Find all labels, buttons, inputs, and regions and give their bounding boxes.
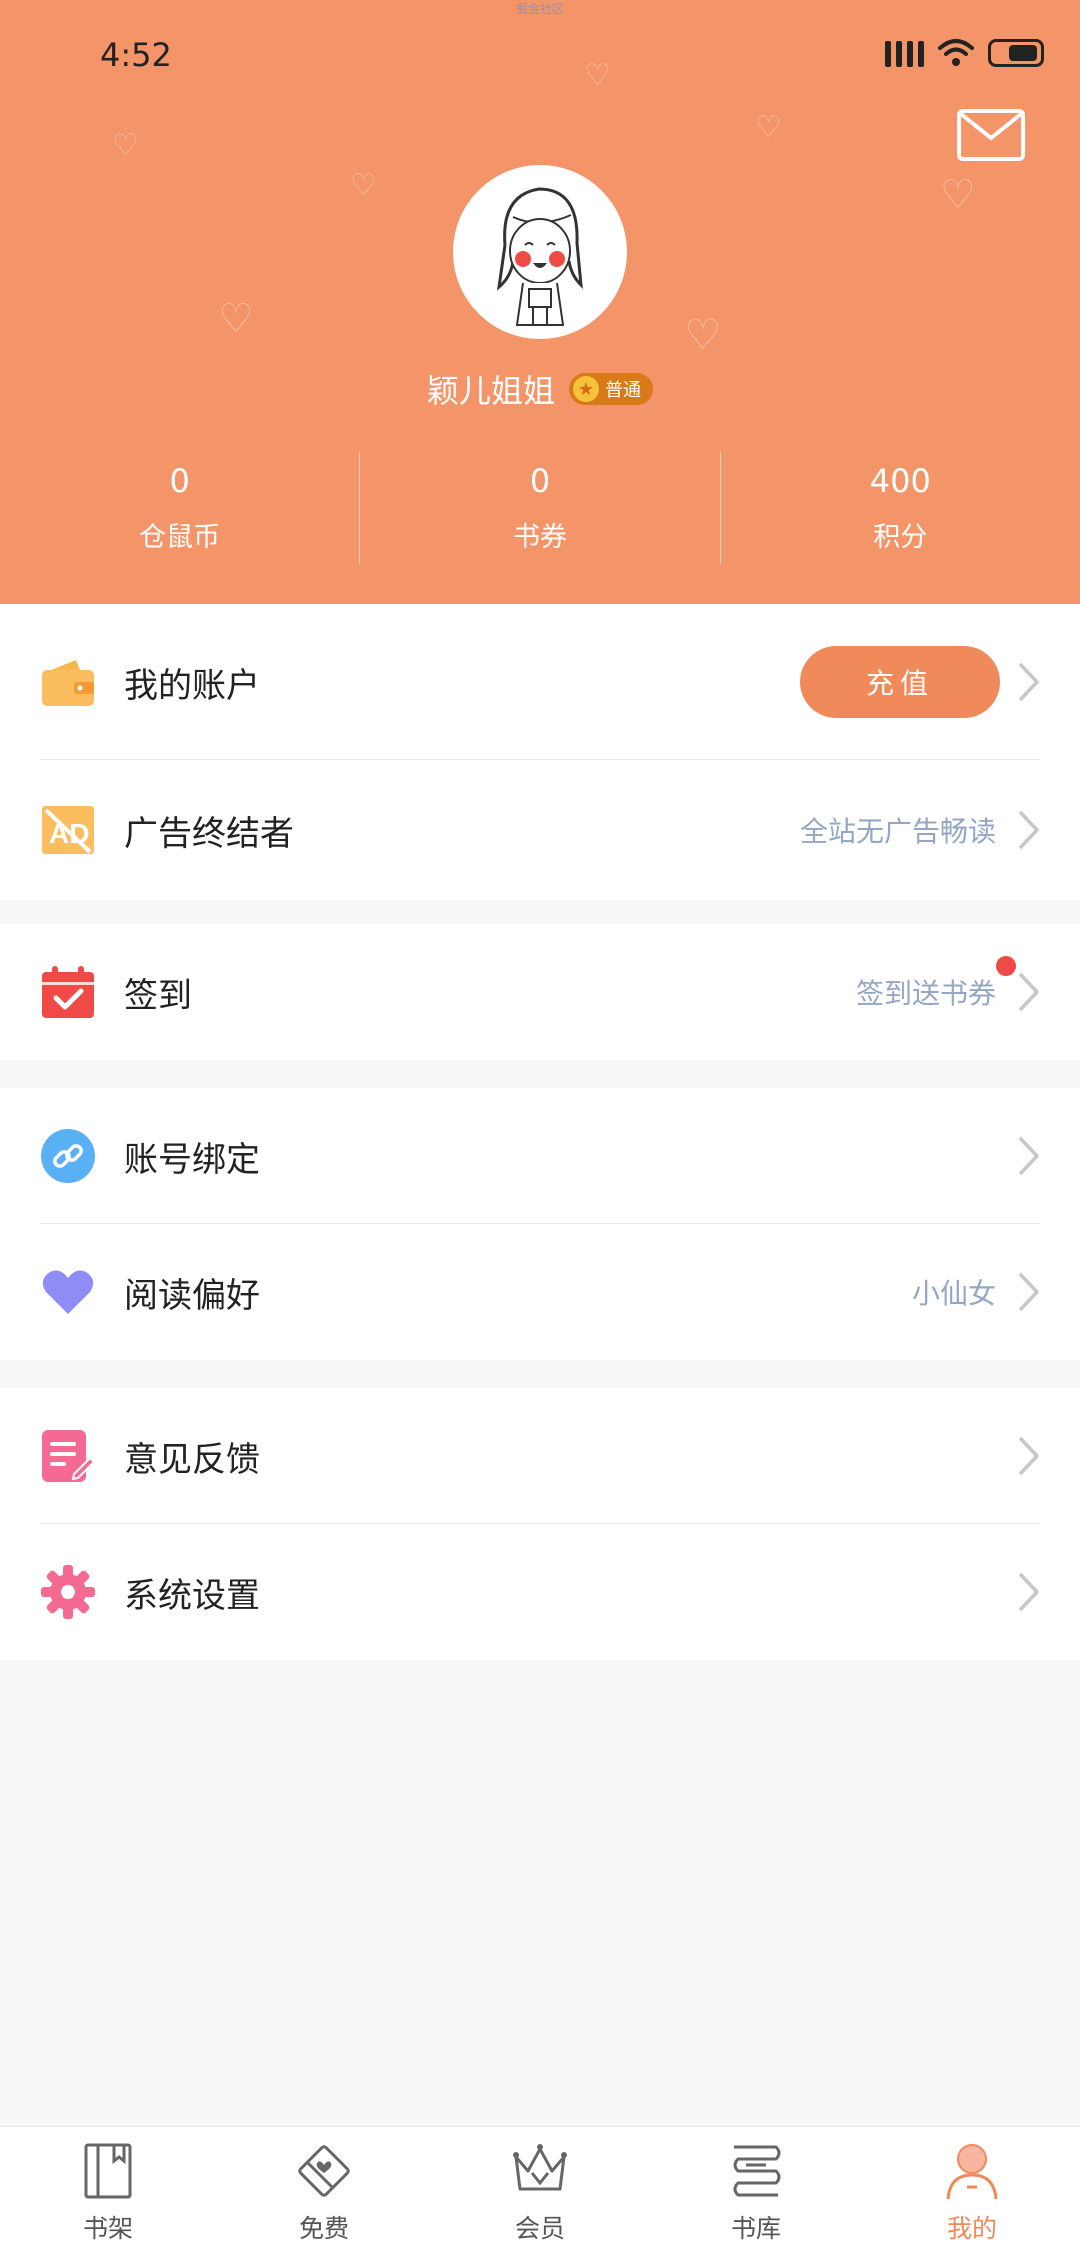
chevron-right-icon — [1019, 811, 1039, 849]
level-badge[interactable]: ★ 普通 — [569, 373, 653, 405]
stat-value: 400 — [869, 462, 931, 501]
chevron-right-icon — [1019, 1573, 1039, 1611]
nav-profile[interactable]: 我的 — [864, 2127, 1080, 2248]
chevron-right-icon — [1019, 1137, 1039, 1175]
menu-item-hint: 全站无广告畅读 — [799, 815, 996, 848]
stat-value: 0 — [529, 462, 551, 501]
menu-group-checkin: 签到 签到送书券 — [0, 924, 1080, 1060]
menu-item-ad-terminator[interactable]: AD 广告终结者 全站无广告畅读 — [0, 760, 1080, 900]
heart-decoration-icon: ♡ — [684, 310, 722, 359]
menu-group-account: 我的账户 充值 AD 广告终结者 全站无广告畅读 — [0, 604, 1080, 900]
profile-header: 掘金社区 4:52 ♡ ♡ ♡ ♡ ♡ ♡ ♡ 颖儿姐姐 ★ 普通 0 仓鼠币 … — [0, 0, 1080, 604]
stat-label: 积分 — [873, 521, 928, 553]
mail-icon[interactable] — [956, 108, 1026, 162]
library-icon — [733, 2145, 781, 2197]
bookshelf-icon — [84, 2143, 132, 2199]
crown-icon — [513, 2144, 567, 2191]
status-time: 4:52 — [100, 36, 172, 74]
signal-icon — [885, 39, 924, 67]
menu-item-right: 小仙女 — [912, 1272, 1040, 1312]
menu-item-right: 签到送书券 — [855, 956, 1040, 1012]
heart-decoration-icon: ♡ — [584, 58, 611, 93]
nav-library[interactable]: 书库 — [648, 2127, 864, 2248]
gear-icon — [40, 1564, 96, 1620]
menu-item-right — [1018, 1436, 1040, 1476]
chevron-right-icon — [1019, 1273, 1039, 1311]
menu-item-label: 广告终结者 — [124, 813, 294, 854]
wallet-icon — [40, 654, 96, 710]
avatar-illustration — [496, 187, 583, 326]
no-ads-icon: AD — [40, 802, 96, 858]
menu-item-hint: 小仙女 — [911, 1277, 996, 1310]
stat-points[interactable]: 400 积分 — [721, 452, 1080, 564]
nav-free[interactable]: 免费 — [216, 2127, 432, 2248]
heart-decoration-icon: ♡ — [112, 128, 139, 163]
menu-item-label: 账号绑定 — [124, 1139, 260, 1180]
chevron-right-icon — [1019, 663, 1039, 701]
avatar[interactable] — [453, 165, 627, 339]
battery-icon — [988, 39, 1044, 67]
chevron-right-icon — [1019, 1437, 1039, 1475]
menu-item-label: 系统设置 — [124, 1575, 260, 1616]
nav-label: 书库 — [730, 2214, 781, 2243]
stat-label: 书券 — [512, 521, 567, 553]
menu-item-label: 我的账户 — [124, 665, 260, 706]
stat-value: 0 — [169, 462, 190, 501]
wifi-icon — [938, 39, 974, 66]
free-ticket-icon — [298, 2145, 350, 2197]
status-icons — [885, 38, 1044, 68]
menu-item-label: 签到 — [124, 975, 192, 1016]
menu-item-my-account[interactable]: 我的账户 充值 — [0, 604, 1080, 760]
star-icon: ★ — [573, 376, 599, 402]
menu-item-right — [1018, 1572, 1040, 1612]
nav-label: 我的 — [946, 2214, 997, 2243]
top-watermark: 掘金社区 — [515, 2, 564, 16]
recharge-button[interactable]: 充值 — [800, 646, 1000, 718]
calendar-check-icon — [40, 964, 96, 1020]
menu-item-system-settings[interactable]: 系统设置 — [0, 1524, 1080, 1660]
menu-group-system: 意见反馈 系统设置 — [0, 1388, 1080, 1660]
stat-label: 仓鼠币 — [139, 521, 221, 553]
nav-label: 书架 — [82, 2214, 133, 2243]
checkin-hint-text: 签到送书券 — [855, 977, 996, 1010]
nav-vip[interactable]: 会员 — [432, 2127, 648, 2248]
bottom-nav: 书架 免费 会员 书库 我的 — [0, 2126, 1080, 2248]
chevron-right-icon — [1019, 973, 1039, 1011]
stat-hamster-coins[interactable]: 0 仓鼠币 — [0, 452, 359, 564]
menu-item-feedback[interactable]: 意见反馈 — [0, 1388, 1080, 1524]
profile-page: 掘金社区 4:52 ♡ ♡ ♡ ♡ ♡ ♡ ♡ 颖儿姐姐 ★ 普通 0 仓鼠币 … — [0, 0, 1080, 2248]
menu-item-reading-preference[interactable]: 阅读偏好 小仙女 — [0, 1224, 1080, 1360]
menu-item-label: 阅读偏好 — [124, 1275, 260, 1316]
level-badge-label: 普通 — [605, 380, 641, 401]
menu-item-checkin[interactable]: 签到 签到送书券 — [0, 924, 1080, 1060]
link-icon — [40, 1128, 96, 1184]
username-row: 颖儿姐姐 ★ 普通 — [0, 366, 1080, 412]
heart-icon — [40, 1264, 96, 1320]
nav-label: 会员 — [514, 2214, 565, 2243]
heart-decoration-icon: ♡ — [350, 168, 377, 203]
menu-item-hint: 签到送书券 — [855, 956, 1016, 1012]
notification-dot — [996, 956, 1016, 976]
username: 颖儿姐姐 — [426, 372, 555, 410]
menu-item-account-binding[interactable]: 账号绑定 — [0, 1088, 1080, 1224]
profile-icon — [946, 2144, 998, 2200]
menu-item-label: 意见反馈 — [124, 1439, 260, 1480]
heart-decoration-icon: ♡ — [940, 172, 976, 218]
heart-decoration-icon: ♡ — [755, 110, 782, 145]
feedback-edit-icon — [40, 1428, 96, 1484]
menu-item-right — [1018, 1136, 1040, 1176]
heart-decoration-icon: ♡ — [218, 296, 254, 342]
menu-group-preferences: 账号绑定 阅读偏好 小仙女 — [0, 1088, 1080, 1360]
nav-bookshelf[interactable]: 书架 — [0, 2127, 216, 2248]
stats-bar: 0 仓鼠币 0 书券 400 积分 — [0, 452, 1080, 564]
nav-label: 免费 — [298, 2214, 349, 2243]
stat-book-vouchers[interactable]: 0 书券 — [360, 452, 719, 564]
menu-item-right: 全站无广告畅读 — [800, 810, 1040, 850]
menu-item-right: 充值 — [800, 646, 1040, 718]
